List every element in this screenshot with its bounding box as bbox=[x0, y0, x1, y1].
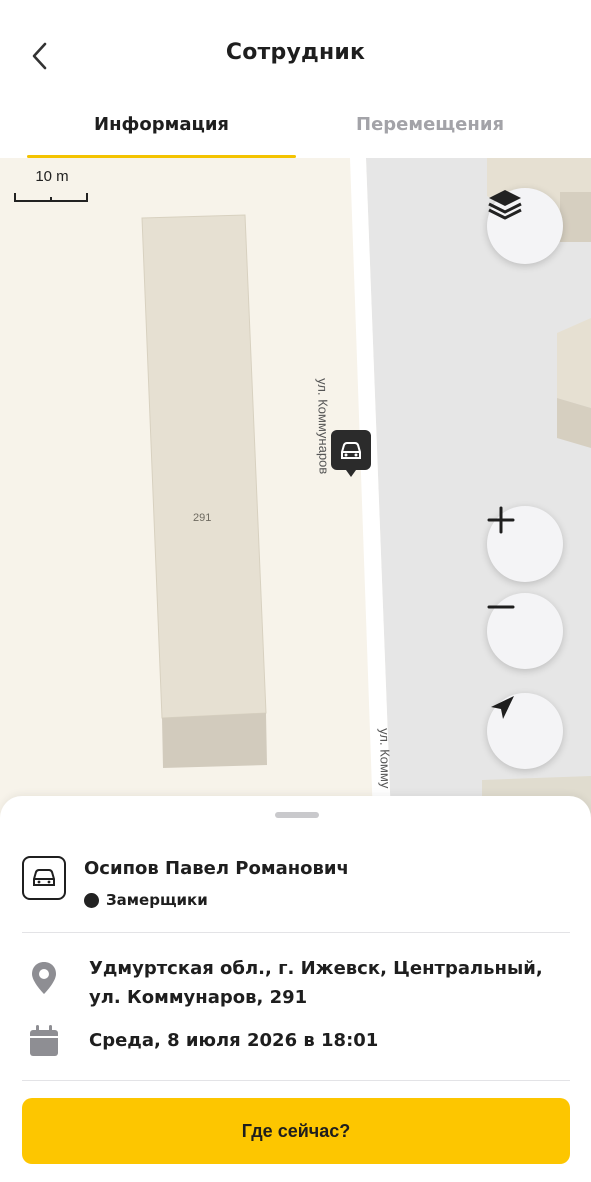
calendar-icon bbox=[30, 1025, 58, 1056]
group-label: Замерщики bbox=[106, 891, 208, 909]
divider bbox=[22, 1080, 570, 1081]
where-now-button[interactable]: Где сейчас? bbox=[22, 1098, 570, 1164]
vehicle-marker[interactable] bbox=[331, 430, 371, 478]
employee-group: Замерщики bbox=[84, 891, 208, 909]
car-icon bbox=[331, 430, 371, 477]
employee-details-sheet: Осипов Павел Романович Замерщики Удмуртс… bbox=[0, 796, 591, 1182]
location-pin-icon bbox=[32, 962, 56, 994]
my-location-button[interactable] bbox=[487, 693, 563, 769]
group-color-dot bbox=[84, 892, 99, 908]
map-scale: 10 m bbox=[14, 168, 90, 202]
car-icon bbox=[33, 869, 55, 886]
employee-name: Осипов Павел Романович bbox=[84, 858, 349, 879]
layers-icon bbox=[488, 190, 522, 220]
street-label: ул. Коммунаров bbox=[315, 378, 332, 475]
layers-button[interactable] bbox=[487, 188, 563, 264]
tab-information[interactable]: Информация bbox=[27, 100, 296, 158]
divider bbox=[22, 932, 570, 933]
house-number-label: 291 bbox=[193, 512, 212, 524]
navigation-arrow-icon bbox=[491, 696, 514, 719]
map-view[interactable]: 10 m ул. Коммунаров ул. Комму 291 bbox=[0, 158, 591, 818]
scale-tick bbox=[50, 197, 52, 202]
header: Сотрудник Информация Перемещения bbox=[0, 0, 591, 158]
datetime-text: Среда, 8 июля 2026 в 18:01 bbox=[89, 1030, 379, 1051]
zoom-out-button[interactable] bbox=[487, 593, 563, 669]
sheet-drag-handle[interactable] bbox=[275, 812, 319, 818]
page-title: Сотрудник bbox=[225, 40, 366, 65]
vehicle-avatar bbox=[22, 856, 66, 900]
minus-icon bbox=[487, 605, 515, 609]
tab-bar: Информация Перемещения bbox=[0, 100, 591, 158]
plus-icon bbox=[487, 506, 515, 534]
address-text: Удмуртская обл., г. Ижевск, Центральный,… bbox=[89, 958, 543, 1008]
tab-movements[interactable]: Перемещения bbox=[296, 100, 564, 158]
street-label: ул. Комму bbox=[377, 728, 394, 789]
scale-label: 10 m bbox=[35, 168, 69, 185]
zoom-in-button[interactable] bbox=[487, 506, 563, 582]
